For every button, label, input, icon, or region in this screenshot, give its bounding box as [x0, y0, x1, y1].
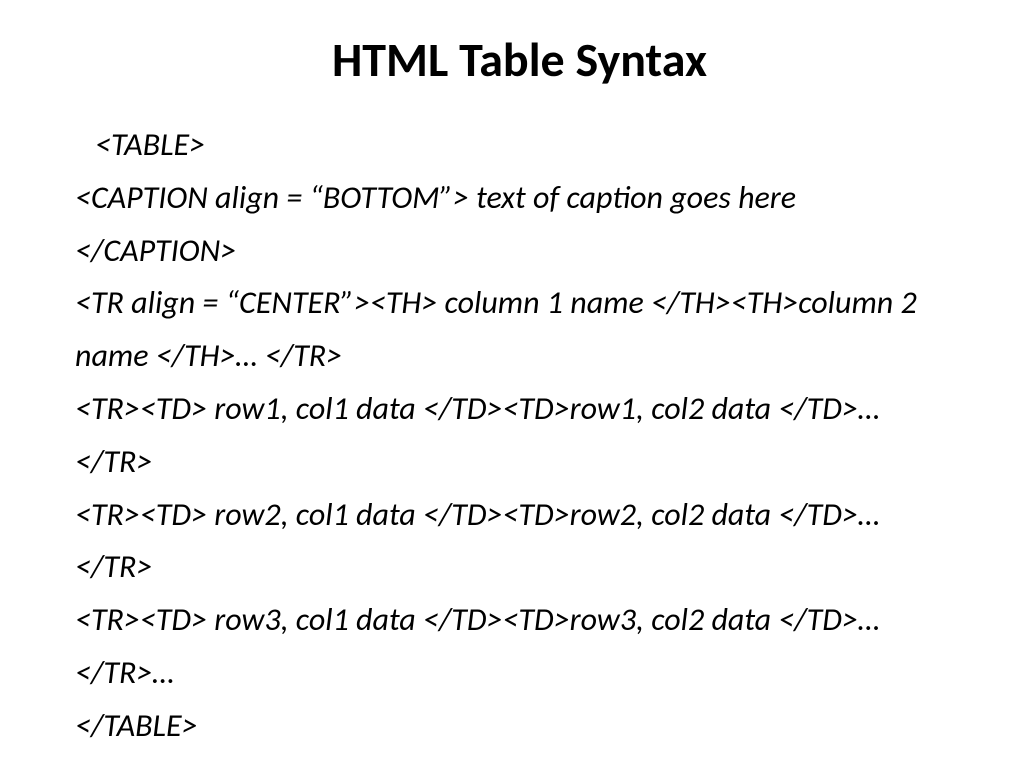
code-example: <TABLE> <CAPTION align = “BOTTOM”> text …: [75, 119, 964, 753]
code-line-7: </TABLE>: [75, 700, 964, 753]
code-line-5: <TR><TD> row2, col1 data </TD><TD>row2, …: [75, 489, 964, 595]
code-line-2: <CAPTION align = “BOTTOM”> text of capti…: [75, 172, 964, 278]
code-line-3: <TR align = “CENTER”><TH> column 1 name …: [75, 277, 964, 383]
code-line-1: <TABLE>: [75, 119, 964, 172]
code-line-6: <TR><TD> row3, col1 data </TD><TD>row3, …: [75, 594, 964, 700]
code-line-4: <TR><TD> row1, col1 data </TD><TD>row1, …: [75, 383, 964, 489]
slide-title: HTML Table Syntax: [75, 30, 964, 89]
